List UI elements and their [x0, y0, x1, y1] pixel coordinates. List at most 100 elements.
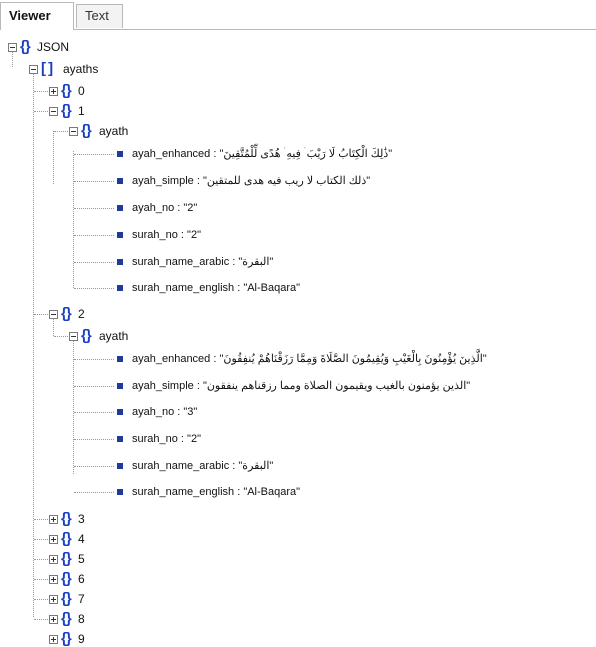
- property-row: surah_name_english : "Al-Baqara": [132, 281, 300, 295]
- property-icon: [117, 178, 123, 184]
- tree-guide: [74, 262, 114, 263]
- tree-guide: [34, 539, 48, 540]
- property-value: "الَّذِينَ يُؤْمِنُونَ بِالْغَيْبِ وَيُق…: [219, 353, 487, 365]
- property-value: "ذَٰلِكَ الْكِتَابُ لَا رَيْبَ ۛ فِيهِ ۛ…: [219, 148, 393, 160]
- node-label-ayaths: ayaths: [63, 62, 99, 76]
- property-icon: [117, 409, 123, 415]
- tree-guide: [74, 439, 114, 440]
- property-key: ayah_no: [132, 202, 175, 214]
- collapse-toggle-root[interactable]: [8, 43, 17, 52]
- property-key: surah_name_english: [132, 486, 235, 498]
- expand-toggle-5[interactable]: [49, 555, 58, 564]
- property-icon: [117, 205, 123, 211]
- object-icon: {}: [61, 305, 72, 322]
- object-icon: {}: [61, 570, 72, 587]
- tab-viewer[interactable]: Viewer: [0, 2, 74, 30]
- property-row: surah_name_arabic : "البقرة": [132, 255, 273, 269]
- property-key: ayah_enhanced: [132, 148, 211, 160]
- tree-guide: [34, 619, 48, 620]
- node-label-index: 4: [78, 532, 85, 546]
- tree-guide: [34, 559, 48, 560]
- property-row: surah_name_arabic : "البقرة": [132, 459, 273, 473]
- object-icon: {}: [61, 510, 72, 527]
- json-tree: {} JSON [ ] ayaths {} 0 {} 1 {} ayath ay…: [0, 31, 596, 646]
- node-label-index: 5: [78, 552, 85, 566]
- tab-text[interactable]: Text: [76, 4, 123, 28]
- property-row: surah_no : "2": [132, 228, 201, 242]
- node-label-index: 2: [78, 307, 85, 321]
- expand-toggle-3[interactable]: [49, 515, 58, 524]
- property-icon: [117, 285, 123, 291]
- expand-toggle-0[interactable]: [49, 87, 58, 96]
- node-label-root: JSON: [37, 40, 70, 54]
- collapse-toggle-ayaths[interactable]: [29, 65, 38, 74]
- object-icon: {}: [81, 327, 92, 344]
- property-key: surah_no: [132, 433, 178, 445]
- node-label-index: 9: [78, 632, 85, 646]
- separator: :: [234, 282, 244, 294]
- tree-guide: [74, 288, 114, 289]
- separator: :: [177, 433, 188, 445]
- property-row: ayah_simple : "الذين يؤمنون بالغيب ويقيم…: [132, 379, 470, 393]
- collapse-toggle-ayath-1[interactable]: [69, 127, 78, 136]
- node-label-index: 7: [78, 592, 85, 606]
- property-key: ayah_no: [132, 406, 175, 418]
- separator: :: [193, 380, 203, 392]
- property-icon: [117, 489, 123, 495]
- property-row: ayah_simple : "ذلك الكتاب لا ريب فيه هدى…: [132, 174, 370, 188]
- object-icon: {}: [61, 590, 72, 607]
- separator: :: [177, 229, 188, 241]
- array-icon: [ ]: [41, 60, 53, 77]
- property-key: surah_name_arabic: [132, 256, 230, 268]
- object-icon: {}: [61, 102, 72, 119]
- object-icon: {}: [61, 630, 72, 647]
- object-icon: {}: [81, 122, 92, 139]
- object-icon: {}: [61, 550, 72, 567]
- tree-guide: [53, 318, 54, 336]
- property-icon: [117, 259, 123, 265]
- property-value: "البقرة": [238, 256, 274, 268]
- tree-guide: [74, 208, 114, 209]
- object-icon: {}: [61, 610, 72, 627]
- tree-guide: [74, 359, 114, 360]
- collapse-toggle-1[interactable]: [49, 107, 58, 116]
- property-value: "Al-Baqara": [243, 486, 301, 498]
- tree-guide: [74, 412, 114, 413]
- property-icon: [117, 383, 123, 389]
- property-row: surah_name_english : "Al-Baqara": [132, 485, 300, 499]
- tree-guide: [34, 111, 48, 112]
- separator: :: [193, 175, 203, 187]
- expand-toggle-9[interactable]: [49, 635, 58, 644]
- node-label-ayath: ayath: [99, 124, 129, 138]
- object-icon: {}: [61, 82, 72, 99]
- property-icon: [117, 151, 123, 157]
- tree-guide: [74, 466, 114, 467]
- property-key: ayah_simple: [132, 380, 194, 392]
- property-key: surah_name_english: [132, 282, 235, 294]
- property-key: surah_name_arabic: [132, 460, 230, 472]
- node-label-ayath: ayath: [99, 329, 129, 343]
- expand-toggle-6[interactable]: [49, 575, 58, 584]
- property-icon: [117, 356, 123, 362]
- separator: :: [174, 406, 184, 418]
- object-icon: {}: [20, 38, 31, 55]
- tree-guide: [74, 181, 114, 182]
- tree-guide: [34, 91, 48, 92]
- collapse-toggle-ayath-2[interactable]: [69, 332, 78, 341]
- property-row: ayah_no : "3": [132, 405, 197, 419]
- tree-guide: [73, 151, 74, 288]
- expand-toggle-8[interactable]: [49, 615, 58, 624]
- expand-toggle-7[interactable]: [49, 595, 58, 604]
- property-value: "Al-Baqara": [243, 282, 301, 294]
- tree-guide: [54, 131, 68, 132]
- expand-toggle-4[interactable]: [49, 535, 58, 544]
- tab-bar: Viewer Text: [0, 0, 596, 30]
- separator: :: [234, 486, 244, 498]
- object-icon: {}: [61, 530, 72, 547]
- tree-guide: [73, 336, 74, 474]
- property-icon: [117, 436, 123, 442]
- property-value: "الذين يؤمنون بالغيب ويقيمون الصلاة ومما…: [202, 380, 471, 392]
- property-value: "3": [183, 406, 198, 418]
- property-icon: [117, 232, 123, 238]
- tree-guide: [34, 579, 48, 580]
